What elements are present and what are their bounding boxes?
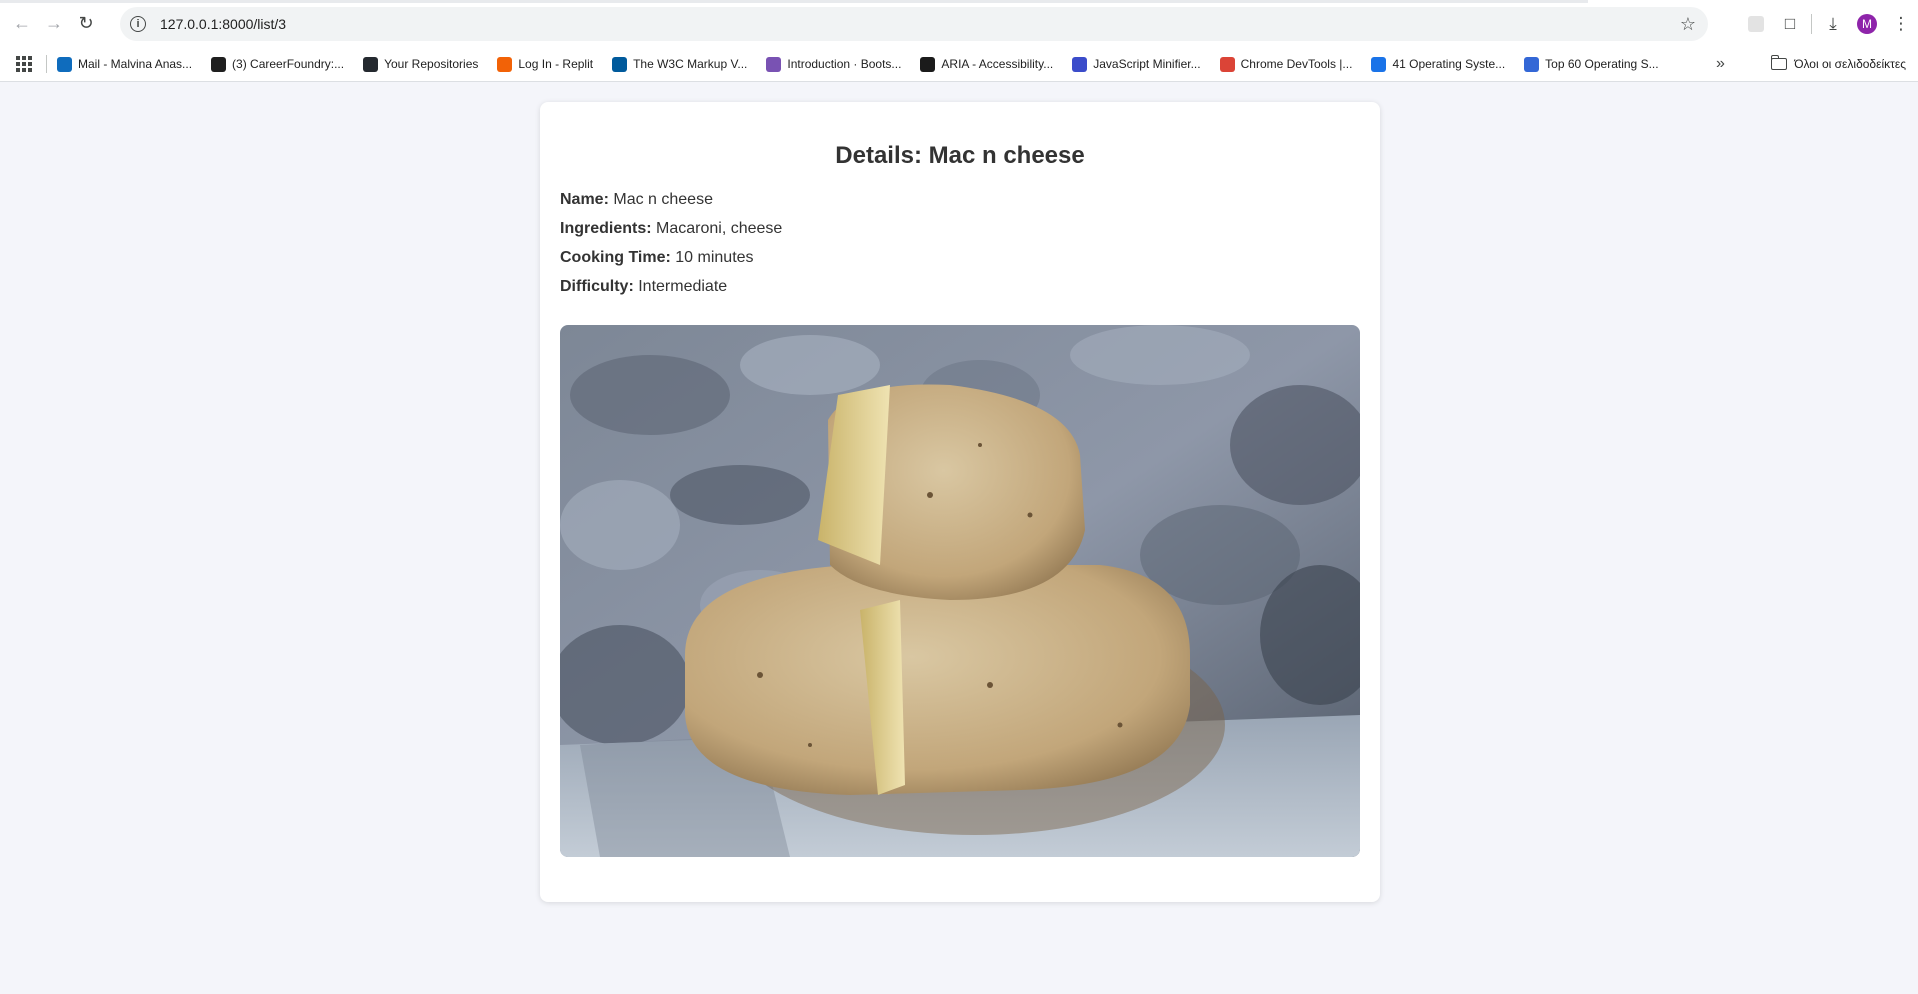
- replit-icon: [497, 56, 513, 72]
- bookmark-label: JavaScript Minifier...: [1093, 57, 1201, 71]
- name-label: Name:: [560, 191, 609, 208]
- back-arrow-icon[interactable]: ←: [6, 8, 38, 40]
- browser-right-tools: □ ⤓ M ⋮: [1739, 7, 1918, 41]
- bookmark-item[interactable]: ARIA - Accessibility...: [920, 56, 1054, 72]
- bookmark-item[interactable]: Your Repositories: [363, 56, 479, 72]
- download-icon[interactable]: ⤓: [1816, 7, 1850, 41]
- detail-name: Name: Mac n cheese: [560, 190, 1360, 210]
- bookmarks-divider: [46, 55, 47, 73]
- globe-icon: [1524, 56, 1540, 72]
- bootstrap-icon: [766, 56, 782, 72]
- chrome-icon: [1219, 56, 1235, 72]
- bookmark-item[interactable]: Introduction · Boots...: [766, 56, 902, 72]
- bookmark-label: Introduction · Boots...: [787, 57, 902, 71]
- bookmark-label: Chrome DevTools |...: [1240, 57, 1353, 71]
- apps-grid-icon[interactable]: [16, 56, 32, 72]
- avatar: M: [1857, 14, 1877, 34]
- bookmark-item[interactable]: Mail - Malvina Anas...: [57, 56, 193, 72]
- site-info-icon[interactable]: i: [130, 16, 146, 32]
- bookmarks-bar: Mail - Malvina Anas... (3) CareerFoundry:…: [0, 47, 1918, 82]
- bookmark-label: Your Repositories: [384, 57, 479, 71]
- w3c-icon: [612, 56, 628, 72]
- address-bar[interactable]: i 127.0.0.1:8000/list/3 ☆: [120, 7, 1708, 41]
- recipe-photo: [560, 325, 1360, 857]
- cooking-time-value: 10 minutes: [675, 249, 754, 266]
- forward-arrow-icon[interactable]: →: [38, 8, 70, 40]
- difficulty-value: Intermediate: [638, 278, 728, 295]
- all-bookmarks-folder[interactable]: Όλοι οι σελιδοδείκτες: [1770, 55, 1906, 71]
- bookmark-label: The W3C Markup V...: [633, 57, 748, 71]
- detail-cooking-time: Cooking Time: 10 minutes: [560, 248, 1360, 268]
- menu-kebab-icon[interactable]: ⋮: [1884, 7, 1918, 41]
- bookmark-item[interactable]: (3) CareerFoundry:...: [211, 56, 345, 72]
- recipe-detail-card: Details: Mac n cheese Name: Mac n cheese…: [540, 102, 1380, 902]
- bookmark-star-icon[interactable]: ☆: [1680, 14, 1696, 35]
- bookmark-item[interactable]: The W3C Markup V...: [612, 56, 748, 72]
- bookmark-label: Log In - Replit: [518, 57, 594, 71]
- bookmark-item[interactable]: Chrome DevTools |...: [1219, 56, 1353, 72]
- bookmark-item[interactable]: Log In - Replit: [497, 56, 594, 72]
- cooking-time-label: Cooking Time:: [560, 249, 671, 266]
- info-icon: [1371, 56, 1387, 72]
- bookmark-label: Top 60 Operating S...: [1545, 57, 1659, 71]
- bookmark-item[interactable]: 41 Operating Syste...: [1371, 56, 1506, 72]
- browser-toolbar: ← → ↻ i 127.0.0.1:8000/list/3 ☆ □ ⤓ M ⋮: [0, 0, 1918, 47]
- outlook-icon: [57, 56, 72, 72]
- detail-difficulty: Difficulty: Intermediate: [560, 277, 1360, 297]
- profile-avatar[interactable]: M: [1850, 7, 1884, 41]
- extension-icon[interactable]: [1739, 7, 1773, 41]
- mdn-icon: [920, 56, 936, 72]
- loading-bar: [0, 0, 1588, 3]
- all-bookmarks-label: Όλοι οι σελιδοδείκτες: [1794, 57, 1906, 71]
- bookmark-item[interactable]: JavaScript Minifier...: [1072, 56, 1201, 72]
- ingredients-value: Macaroni, cheese: [656, 220, 783, 237]
- detail-ingredients: Ingredients: Macaroni, cheese: [560, 219, 1360, 239]
- minifier-icon: [1072, 56, 1088, 72]
- name-value: Mac n cheese: [613, 191, 713, 208]
- more-bookmarks-chevron-icon[interactable]: »: [1716, 55, 1725, 73]
- bookmark-label: 41 Operating Syste...: [1392, 57, 1506, 71]
- folder-icon: [1770, 55, 1788, 70]
- bookmark-label: Mail - Malvina Anas...: [78, 57, 193, 71]
- bookmark-label: (3) CareerFoundry:...: [232, 57, 345, 71]
- toolbar-divider: [1811, 14, 1812, 34]
- bookmark-list: Mail - Malvina Anas... (3) CareerFoundry:…: [57, 56, 1678, 72]
- puzzle-extensions-icon[interactable]: □: [1773, 7, 1807, 41]
- github-icon: [363, 56, 379, 72]
- reload-icon[interactable]: ↻: [70, 8, 102, 40]
- difficulty-label: Difficulty:: [560, 278, 634, 295]
- page-title: Details: Mac n cheese: [835, 142, 1085, 169]
- bookmark-label: ARIA - Accessibility...: [941, 57, 1054, 71]
- careerfoundry-icon: [211, 56, 227, 72]
- bookmark-item[interactable]: Top 60 Operating S...: [1524, 56, 1659, 72]
- url-text[interactable]: 127.0.0.1:8000/list/3: [160, 16, 286, 32]
- ingredients-label: Ingredients:: [560, 220, 652, 237]
